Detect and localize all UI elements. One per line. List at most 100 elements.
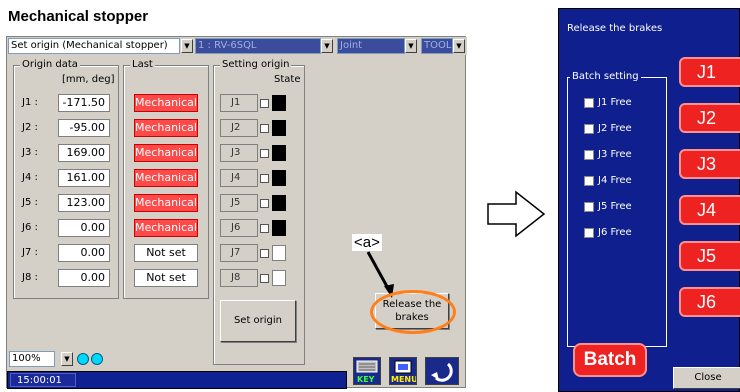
joint-label: J5 :: [22, 197, 38, 208]
transition-arrow-icon: [487, 190, 546, 238]
joint-release-button[interactable]: J1: [679, 57, 740, 87]
last-status-badge: Mechanical: [134, 169, 198, 187]
setting-joint-label: J8: [220, 269, 258, 287]
setting-origin-checkbox[interactable]: [260, 224, 269, 233]
status-bar: 15:00:01: [7, 371, 347, 389]
setting-origin-checkbox[interactable]: [260, 174, 269, 183]
page-heading: Mechanical stopper: [8, 8, 149, 25]
setting-origin-checkbox[interactable]: [260, 99, 269, 108]
close-button[interactable]: Close: [673, 367, 740, 389]
last-status-badge: Mechanical: [134, 119, 198, 137]
joint-release-button[interactable]: J3: [679, 149, 740, 179]
keyboard-icon: KEY: [356, 360, 378, 384]
free-checkbox[interactable]: [584, 228, 594, 238]
setting-origin-checkbox[interactable]: [260, 149, 269, 158]
origin-value-field[interactable]: 123.00: [58, 194, 110, 212]
setting-joint-label: J1: [220, 94, 258, 112]
status-lamp-1-icon: [77, 353, 89, 365]
back-button[interactable]: [425, 357, 459, 385]
joint-label: J2 :: [22, 122, 38, 133]
setting-joint-label: J7: [220, 244, 258, 262]
zoom-dropdown-icon[interactable]: ▼: [61, 352, 73, 366]
last-label: Last: [130, 59, 155, 70]
frame-dropdown-icon[interactable]: ▼: [405, 39, 417, 53]
joint-release-button[interactable]: J6: [679, 287, 740, 317]
tool-dropdown-icon[interactable]: ▼: [453, 39, 465, 53]
menu-button[interactable]: MENU: [389, 357, 418, 385]
joint-label: J4 :: [22, 172, 38, 183]
setting-origin-checkbox[interactable]: [260, 274, 269, 283]
last-status-badge: Mechanical: [134, 94, 198, 112]
last-status-badge: Not set: [134, 269, 198, 287]
status-lamp-2-icon: [91, 353, 103, 365]
key-label: KEY: [357, 375, 375, 384]
tool-select[interactable]: TOOL0: [421, 38, 453, 54]
menu-label: MENU: [391, 375, 416, 384]
setting-joint-label: J5: [220, 194, 258, 212]
free-checkbox[interactable]: [584, 176, 594, 186]
annotation-label: <a>: [352, 234, 382, 251]
setting-joint-label: J4: [220, 169, 258, 187]
joint-label: J7 :: [22, 247, 38, 258]
free-label: J3 Free: [598, 149, 632, 160]
batch-setting-label: Batch setting: [570, 71, 641, 82]
origin-data-group: Origin data [mm, deg] J1 : -171.50 J2 : -95…: [13, 59, 119, 299]
last-status-badge: Mechanical: [134, 194, 198, 212]
free-checkbox[interactable]: [584, 202, 594, 212]
robot-select[interactable]: 1 : RV-6SQL: [195, 38, 321, 54]
joint-release-button[interactable]: J2: [679, 103, 740, 133]
free-checkbox[interactable]: [584, 98, 594, 108]
origin-value-field[interactable]: -171.50: [58, 94, 110, 112]
batch-setting-group: Batch setting J1 Free J2 Free J3 Free J4 Fr…: [567, 71, 667, 347]
set-origin-button[interactable]: Set origin: [220, 300, 296, 342]
release-brakes-title: Release the brakes: [567, 23, 663, 34]
joint-label: J3 :: [22, 147, 38, 158]
origin-data-label: Origin data: [20, 59, 80, 70]
robot-dropdown-icon[interactable]: ▼: [321, 39, 333, 53]
key-button[interactable]: KEY: [353, 357, 381, 385]
setting-origin-checkbox[interactable]: [260, 124, 269, 133]
free-checkbox[interactable]: [584, 150, 594, 160]
setting-origin-checkbox[interactable]: [260, 249, 269, 258]
last-status-badge: Mechanical: [134, 144, 198, 162]
setting-joint-label: J6: [220, 219, 258, 237]
state-indicator: [272, 245, 286, 261]
setting-origin-checkbox[interactable]: [260, 199, 269, 208]
setting-joint-label: J3: [220, 144, 258, 162]
batch-button[interactable]: Batch: [573, 343, 647, 377]
joint-label: J1 :: [22, 97, 38, 108]
state-indicator: [272, 270, 286, 286]
last-group: Last Mechanical Mechanical Mechanical Mecha…: [123, 59, 209, 299]
origin-value-field[interactable]: 0.00: [58, 219, 110, 237]
origin-value-field[interactable]: 0.00: [58, 269, 110, 287]
state-indicator: [272, 195, 286, 211]
last-status-badge: Mechanical: [134, 219, 198, 237]
origin-value-field[interactable]: 169.00: [58, 144, 110, 162]
state-indicator: [272, 170, 286, 186]
origin-value-field[interactable]: 0.00: [58, 244, 110, 262]
origin-setting-screen: Set origin (Mechanical stopper) ▼ 1 : RV…: [6, 36, 467, 389]
free-checkbox[interactable]: [584, 124, 594, 134]
setting-origin-group: Setting origin State J1 J2 J3 J4 J5 J6 J7 J8 Se…: [213, 59, 305, 365]
state-indicator: [272, 95, 286, 111]
free-label: J4 Free: [598, 175, 632, 186]
release-brakes-screen: Release the brakes Batch setting J1 Free…: [558, 8, 740, 392]
menu-icon: MENU: [391, 360, 418, 384]
origin-value-field[interactable]: 161.00: [58, 169, 110, 187]
joint-label: J8 :: [22, 272, 38, 283]
state-indicator: [272, 220, 286, 236]
mode-select[interactable]: Set origin (Mechanical stopper): [8, 38, 180, 54]
origin-value-field[interactable]: -95.00: [58, 119, 110, 137]
mode-dropdown-icon[interactable]: ▼: [181, 39, 193, 53]
setting-origin-label: Setting origin: [220, 59, 292, 70]
zoom-select[interactable]: 100%: [9, 351, 55, 367]
free-label: J2 Free: [598, 123, 632, 134]
units-label: [mm, deg]: [62, 74, 115, 85]
top-bar: Set origin (Mechanical stopper) ▼ 1 : RV…: [7, 37, 467, 55]
free-label: J1 Free: [598, 97, 632, 108]
joint-release-button[interactable]: J5: [679, 241, 740, 271]
highlight-ellipse: [370, 290, 456, 334]
joint-label: J6 :: [22, 222, 38, 233]
joint-release-button[interactable]: J4: [679, 195, 740, 225]
frame-select[interactable]: Joint: [337, 38, 405, 54]
